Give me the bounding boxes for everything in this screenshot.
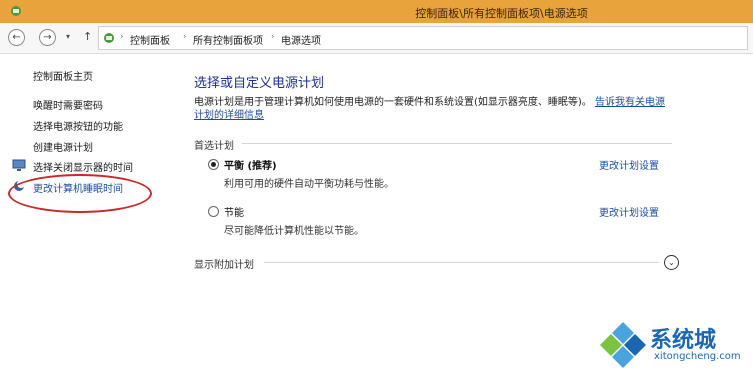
watermark: 系统城 xitongcheng.com [598, 318, 753, 374]
group-divider [242, 143, 672, 144]
watermark-url: xitongcheng.com [654, 351, 741, 362]
back-button[interactable]: ← [8, 29, 25, 46]
group-divider [264, 262, 659, 263]
monitor-icon [12, 159, 26, 171]
sidebar-item-display-off[interactable]: 选择关闭显示器的时间 [33, 159, 133, 174]
plan-balanced-change-link[interactable]: 更改计划设置 [599, 157, 659, 172]
address-bar[interactable]: › 控制面板 › 所有控制面板项 › 电源选项 [98, 26, 748, 50]
breadcrumb-control-panel[interactable]: 控制面板 [130, 32, 170, 47]
plan-power-saver-radio[interactable] [208, 206, 219, 217]
plan-balanced-name[interactable]: 平衡 (推荐) [224, 157, 277, 172]
navigation-bar: ← → ▾ ↑ › 控制面板 › 所有控制面板项 › 电源选项 [0, 23, 753, 54]
sidebar-home-link[interactable]: 控制面板主页 [33, 68, 93, 83]
page-title: 选择或自定义电源计划 [194, 76, 325, 91]
breadcrumb-separator[interactable]: › [271, 32, 275, 42]
plan-balanced-radio[interactable] [208, 159, 219, 170]
sidebar-item-create-plan[interactable]: 创建电源计划 [33, 139, 93, 154]
plan-power-saver-change-link[interactable]: 更改计划设置 [599, 204, 659, 219]
up-button[interactable]: ↑ [83, 30, 92, 43]
breadcrumb-power-options[interactable]: 电源选项 [281, 32, 321, 47]
sidebar-item-wake-password[interactable]: 唤醒时需要密码 [33, 97, 103, 112]
sidebar-item-power-buttons[interactable]: 选择电源按钮的功能 [33, 118, 123, 133]
additional-plans-label[interactable]: 显示附加计划 [194, 256, 254, 271]
plan-power-saver-name[interactable]: 节能 [224, 204, 244, 219]
plan-balanced-description: 利用可用的硬件自动平衡功耗与性能。 [224, 179, 394, 190]
breadcrumb-all-items[interactable]: 所有控制面板项 [193, 32, 263, 47]
page-description: 电源计划是用于管理计算机如何使用电源的一套硬件和系统设置(如显示器亮度、睡眠等)… [194, 96, 674, 122]
red-highlight-circle [8, 174, 152, 213]
breadcrumb-separator[interactable]: › [183, 32, 187, 42]
breadcrumb-separator[interactable]: › [120, 32, 124, 42]
description-text: 电源计划是用于管理计算机如何使用电源的一套硬件和系统设置(如显示器亮度、睡眠等)… [194, 97, 592, 108]
title-bar: 控制面板\所有控制面板项\电源选项 [0, 0, 753, 23]
sidebar: 控制面板主页 唤醒时需要密码 选择电源按钮的功能 创建电源计划 选择关闭显示器的… [0, 54, 178, 374]
forward-button[interactable]: → [39, 29, 56, 46]
expand-chevron-icon[interactable]: ⌄ [664, 255, 679, 270]
preferred-plans-label: 首选计划 [194, 141, 234, 152]
window-title: 控制面板\所有控制面板项\电源选项 [415, 7, 588, 20]
plan-power-saver-description: 尽可能降低计算机性能以节能。 [224, 226, 364, 237]
control-panel-icon [104, 33, 114, 43]
recent-locations-dropdown[interactable]: ▾ [66, 32, 70, 41]
watermark-brand: 系统城 [650, 328, 717, 353]
watermark-logo-icon [600, 322, 646, 368]
